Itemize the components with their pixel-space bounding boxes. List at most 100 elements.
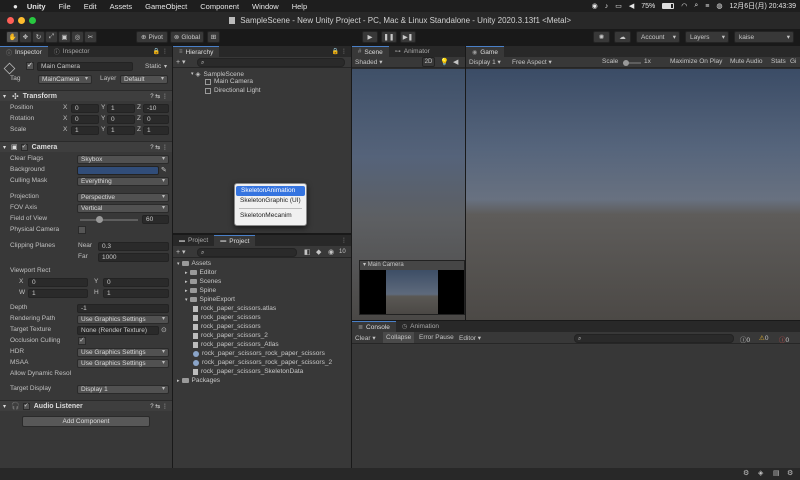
tab-inspector-1[interactable]: ⓘ Inspector	[0, 46, 48, 57]
fov-slider[interactable]	[80, 216, 138, 223]
scale-slider-thumb[interactable]	[623, 60, 629, 66]
layer-dropdown[interactable]: Default	[120, 75, 168, 84]
project-search-input[interactable]: ⌕	[197, 248, 297, 257]
visibility-icon[interactable]: ◉	[328, 248, 334, 256]
expand-arrow-icon[interactable]: ▸	[185, 288, 188, 294]
menu-gameobject[interactable]: GameObject	[145, 2, 187, 11]
hierarchy-item-directional-light[interactable]: Directional Light	[205, 87, 261, 94]
panel-menu-icon[interactable]: 🔒 ⋮	[153, 48, 168, 55]
tab-animator[interactable]: ⊶ Animator	[389, 46, 436, 57]
transform-tool-button[interactable]: ◎	[71, 31, 84, 43]
tab-inspector-2[interactable]: ⓘ Inspector	[48, 46, 96, 57]
status-sound-icon[interactable]: ◀	[629, 2, 634, 10]
project-tree-item[interactable]: ▸ Spine	[185, 287, 216, 294]
camera-enabled-checkbox[interactable]: ✓	[20, 143, 28, 151]
cloud-button[interactable]: ☁	[614, 31, 631, 43]
scene-viewport[interactable]: ▾ Main Camera	[352, 69, 465, 320]
warning-count-toggle[interactable]: ⚠0	[759, 334, 768, 342]
global-toggle[interactable]: ⊗ Global	[170, 31, 204, 43]
hand-tool-button[interactable]: ✋	[6, 31, 19, 43]
siri-icon[interactable]: ◍	[716, 2, 722, 10]
wifi-icon[interactable]: ◠	[681, 2, 687, 10]
pivot-toggle[interactable]: ⊕ Pivot	[136, 31, 168, 43]
viewport-h-field[interactable]: 1	[103, 289, 169, 298]
position-x-field[interactable]: 0	[71, 104, 99, 113]
far-field[interactable]: 1000	[98, 253, 169, 262]
project-tree-item[interactable]: ▾ SpineExport	[185, 296, 235, 303]
create-dropdown-button[interactable]: + ▾	[176, 248, 186, 256]
panel-menu-icon[interactable]: 🔒 ⋮	[332, 48, 347, 55]
editor-dropdown[interactable]: Editor ▾	[459, 334, 481, 342]
menu-file[interactable]: File	[59, 2, 71, 11]
layout-dropdown[interactable]: kaise ▾	[734, 31, 794, 43]
status-audio-icon[interactable]: ♪	[605, 3, 609, 10]
viewport-x-field[interactable]: 0	[28, 278, 88, 287]
search-by-label-icon[interactable]: ◆	[316, 248, 321, 256]
rotation-x-field[interactable]: 0	[71, 115, 99, 124]
audio-listener-header[interactable]: ▾ 🎧 ✓ Audio Listener ? ⇆ ⋮	[0, 400, 172, 411]
static-dropdown-icon[interactable]: ▾	[164, 63, 167, 70]
project-tree-item[interactable]: ▾ Assets	[177, 260, 211, 267]
depth-field[interactable]: -1	[77, 304, 169, 313]
hierarchy-scene-root[interactable]: ▾ ◈ SampleScene	[191, 70, 244, 79]
project-tree-item[interactable]: rock_paper_scissors_SkeletonData	[193, 368, 303, 375]
eyedropper-icon[interactable]: ✎	[161, 166, 167, 174]
menu-help[interactable]: Help	[292, 2, 307, 11]
audio-listener-checkbox[interactable]: ✓	[22, 402, 30, 410]
layers-dropdown[interactable]: Layers ▾	[685, 31, 729, 43]
battery-icon[interactable]	[662, 3, 675, 9]
clock[interactable]: 12月6日(月) 20:43:39	[729, 1, 796, 11]
msaa-dropdown[interactable]: Use Graphics Settings	[77, 359, 169, 368]
project-tree-item[interactable]: rock_paper_scissors_2	[193, 332, 268, 339]
spotlight-search-icon[interactable]: ⌕	[694, 2, 698, 10]
2d-toggle[interactable]: 2D	[422, 57, 435, 67]
step-button[interactable]: ▶❚	[400, 31, 416, 43]
lighting-toggle-icon[interactable]: 💡	[440, 58, 449, 66]
tag-dropdown[interactable]: MainCamera	[38, 75, 92, 84]
tab-project-2[interactable]: ▬ Project	[214, 235, 256, 246]
hierarchy-item-main-camera[interactable]: Main Camera	[205, 78, 253, 85]
target-display-dropdown[interactable]: Display 1	[77, 385, 169, 394]
window-minimize-button[interactable]	[18, 17, 25, 24]
rotation-y-field[interactable]: 0	[107, 115, 135, 124]
menu-window[interactable]: Window	[252, 2, 279, 11]
apple-icon[interactable]: ●	[13, 2, 18, 11]
project-tree-item[interactable]: ▸ Packages	[177, 377, 220, 384]
camera-header[interactable]: ▾ ▣ ✓ Camera ? ⇆ ⋮	[0, 141, 172, 152]
hierarchy-search-input[interactable]: ⌕	[197, 58, 345, 67]
scale-z-field[interactable]: 1	[143, 126, 169, 135]
panel-menu-icon[interactable]: ⋮	[341, 237, 347, 244]
progress-spinner-icon[interactable]: ⚙	[743, 469, 749, 477]
collapse-toggle[interactable]: Collapse	[383, 332, 415, 343]
search-by-type-icon[interactable]: ◧	[304, 248, 311, 256]
active-checkbox[interactable]: ✓	[26, 62, 34, 70]
console-search-input[interactable]: ⌕	[574, 334, 734, 343]
project-tree-item[interactable]: ▸ Scenes	[185, 278, 221, 285]
cache-server-icon[interactable]: ◈	[758, 469, 763, 477]
maximize-on-play-toggle[interactable]: Maximize On Play	[670, 58, 722, 65]
tab-animation[interactable]: ◷ Animation	[396, 321, 445, 332]
hdr-dropdown[interactable]: Use Graphics Settings	[77, 348, 169, 357]
rotation-z-field[interactable]: 0	[143, 115, 169, 124]
grid-snap-button[interactable]: ⊞	[207, 31, 220, 43]
scale-slider[interactable]	[623, 60, 641, 66]
gizmos-toggle[interactable]: Gi	[790, 58, 797, 65]
add-component-button[interactable]: Add Component	[22, 416, 150, 427]
culling-mask-dropdown[interactable]: Everything	[77, 177, 169, 186]
near-field[interactable]: 0.3	[98, 242, 169, 251]
error-pause-toggle[interactable]: Error Pause	[419, 334, 454, 341]
game-viewport[interactable]	[466, 69, 800, 320]
popup-item-skeleton-graphic[interactable]: SkeletonGraphic (UI)	[235, 196, 306, 206]
fov-axis-dropdown[interactable]: Vertical	[77, 204, 169, 213]
display-dropdown[interactable]: Display 1 ▾	[469, 58, 501, 66]
background-color-field[interactable]	[77, 166, 159, 175]
component-settings-icons[interactable]: ? ⇆ ⋮	[150, 93, 168, 100]
component-settings-icons[interactable]: ? ⇆ ⋮	[150, 144, 168, 151]
project-tree-item[interactable]: ▸ Editor	[185, 269, 217, 276]
status-tray-icon[interactable]: ▭	[615, 2, 622, 10]
window-zoom-button[interactable]	[29, 17, 36, 24]
debug-mode-icon[interactable]: ⚙	[787, 469, 793, 477]
menu-component[interactable]: Component	[200, 2, 239, 11]
expand-arrow-icon[interactable]: ▸	[177, 378, 180, 384]
viewport-y-field[interactable]: 0	[103, 278, 169, 287]
